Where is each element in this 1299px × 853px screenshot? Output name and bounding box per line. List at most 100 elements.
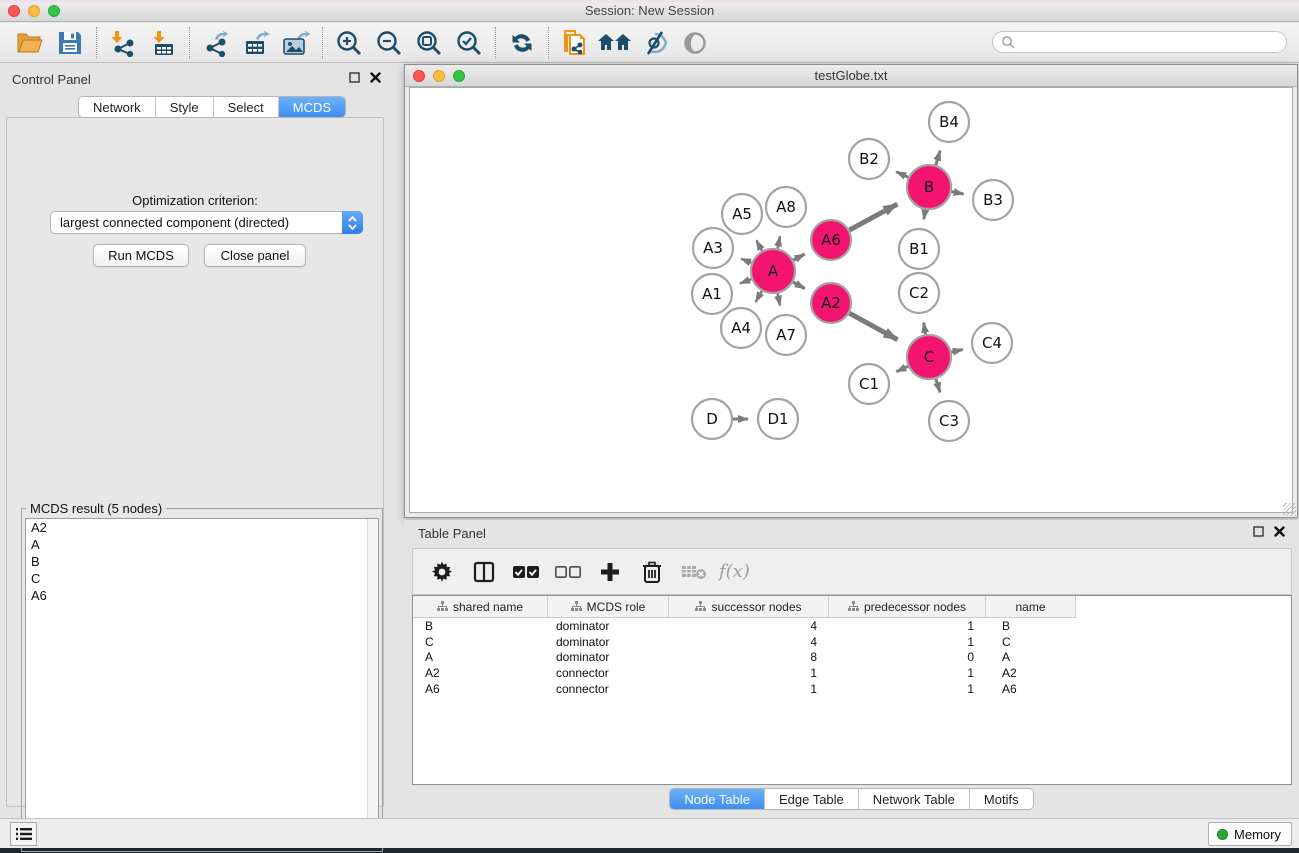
column-header-mcds-role[interactable]: MCDS role xyxy=(548,596,669,618)
node-C[interactable]: C xyxy=(907,335,951,379)
function-builder-icon[interactable]: f(x) xyxy=(719,561,750,582)
column-header-name[interactable]: name xyxy=(986,596,1076,618)
network-zoom-button[interactable] xyxy=(453,70,465,82)
table-cell[interactable]: A6 xyxy=(413,682,548,696)
node-D1[interactable]: D1 xyxy=(758,399,798,439)
table-cell[interactable]: B xyxy=(413,619,548,633)
node-B1[interactable]: B1 xyxy=(899,229,939,269)
node-A7[interactable]: A7 xyxy=(766,315,806,355)
table-cell[interactable]: connector xyxy=(548,666,669,680)
refresh-icon[interactable] xyxy=(502,26,542,60)
table-cell[interactable]: 1 xyxy=(669,666,829,680)
settings-gear-icon[interactable] xyxy=(425,554,459,590)
edge-A6-B[interactable] xyxy=(849,204,897,230)
edge-A-A7[interactable] xyxy=(778,294,780,306)
hide-selected-icon[interactable] xyxy=(635,26,675,60)
close-table-panel-icon[interactable] xyxy=(1274,526,1285,537)
network-close-button[interactable] xyxy=(413,70,425,82)
network-minimize-button[interactable] xyxy=(433,70,445,82)
table-row[interactable]: Bdominator41B xyxy=(413,618,1291,634)
edge-A2-C[interactable] xyxy=(849,313,897,339)
table-cell[interactable]: C xyxy=(986,635,1076,649)
delete-table-icon[interactable] xyxy=(677,554,711,590)
node-A3[interactable]: A3 xyxy=(693,228,733,268)
tab-network-table[interactable]: Network Table xyxy=(859,789,970,809)
network-graph[interactable]: B4B2BB3A8A5A6A3B1AA1C2A2A4A7C4CC1DD1C3 xyxy=(406,88,1299,516)
node-A4[interactable]: A4 xyxy=(721,308,761,348)
node-A[interactable]: A xyxy=(751,249,795,293)
result-item[interactable]: B xyxy=(26,553,378,570)
table-row[interactable]: Adominator80A xyxy=(413,650,1291,666)
mcds-result-list[interactable]: A2ABCA6 xyxy=(25,518,379,848)
export-network-icon[interactable] xyxy=(196,26,236,60)
table-cell[interactable]: 4 xyxy=(669,619,829,633)
tab-network[interactable]: Network xyxy=(79,97,156,117)
import-network-icon[interactable] xyxy=(103,26,143,60)
node-A8[interactable]: A8 xyxy=(766,187,806,227)
network-window-titlebar[interactable]: testGlobe.txt xyxy=(405,65,1297,87)
table-cell[interactable]: 1 xyxy=(669,682,829,696)
table-cell[interactable]: A2 xyxy=(413,666,548,680)
edge-A-A8[interactable] xyxy=(778,236,780,248)
table-cell[interactable]: C xyxy=(413,635,548,649)
node-A1[interactable]: A1 xyxy=(692,274,732,314)
result-scrollbar[interactable] xyxy=(367,519,378,847)
edge-A-A5[interactable] xyxy=(756,240,762,250)
memory-button[interactable]: Memory xyxy=(1208,822,1292,846)
new-network-from-selection-icon[interactable] xyxy=(555,26,595,60)
column-header-shared-name[interactable]: shared name xyxy=(413,596,548,618)
run-mcds-button[interactable]: Run MCDS xyxy=(93,244,189,267)
float-table-panel-icon[interactable] xyxy=(1253,526,1264,537)
import-table-icon[interactable] xyxy=(143,26,183,60)
open-file-icon[interactable] xyxy=(10,26,50,60)
edge-A-A1[interactable] xyxy=(740,279,751,283)
node-C1[interactable]: C1 xyxy=(849,364,889,404)
tab-style[interactable]: Style xyxy=(156,97,214,117)
show-column-icon[interactable] xyxy=(467,554,501,590)
node-D[interactable]: D xyxy=(692,399,732,439)
resize-grip[interactable] xyxy=(1283,503,1296,516)
export-image-icon[interactable] xyxy=(276,26,316,60)
optimization-criterion-select[interactable]: largest connected component (directed) xyxy=(50,211,363,234)
tab-motifs[interactable]: Motifs xyxy=(970,789,1033,809)
search-input[interactable] xyxy=(1015,35,1286,49)
table-row[interactable]: Cdominator41C xyxy=(413,634,1291,650)
node-B3[interactable]: B3 xyxy=(973,180,1013,220)
table-cell[interactable]: 0 xyxy=(829,650,986,664)
select-all-icon[interactable] xyxy=(509,554,543,590)
edge-B-B1[interactable] xyxy=(924,210,926,220)
table-cell[interactable]: 1 xyxy=(829,666,986,680)
table-cell[interactable]: dominator xyxy=(548,650,669,664)
first-neighbors-icon[interactable] xyxy=(595,26,635,60)
node-C3[interactable]: C3 xyxy=(929,401,969,441)
tab-edge-table[interactable]: Edge Table xyxy=(765,789,859,809)
node-B[interactable]: B xyxy=(907,165,951,209)
table-cell[interactable]: dominator xyxy=(548,635,669,649)
edge-C-C3[interactable] xyxy=(936,379,940,392)
table-cell[interactable]: A2 xyxy=(986,666,1076,680)
node-B4[interactable]: B4 xyxy=(929,102,969,142)
close-panel-icon[interactable] xyxy=(370,72,381,83)
float-panel-icon[interactable] xyxy=(349,72,360,83)
table-cell[interactable]: dominator xyxy=(548,619,669,633)
table-cell[interactable]: 1 xyxy=(829,635,986,649)
edge-C-C2[interactable] xyxy=(924,323,926,335)
node-A2[interactable]: A2 xyxy=(811,283,851,323)
delete-column-icon[interactable] xyxy=(635,554,669,590)
result-item[interactable]: A6 xyxy=(26,587,378,604)
table-cell[interactable]: A xyxy=(986,650,1076,664)
column-header-predecessor-nodes[interactable]: predecessor nodes xyxy=(829,596,986,618)
table-cell[interactable]: B xyxy=(986,619,1076,633)
result-item[interactable]: A2 xyxy=(26,519,378,536)
table-cell[interactable]: 4 xyxy=(669,635,829,649)
node-C4[interactable]: C4 xyxy=(972,323,1012,363)
edge-A-A6[interactable] xyxy=(793,254,804,260)
table-cell[interactable]: A6 xyxy=(986,682,1076,696)
export-table-icon[interactable] xyxy=(236,26,276,60)
minimize-window-button[interactable] xyxy=(28,5,40,17)
table-cell[interactable]: 8 xyxy=(669,650,829,664)
edge-A-A3[interactable] xyxy=(741,259,752,263)
result-item[interactable]: C xyxy=(26,570,378,587)
zoom-out-icon[interactable] xyxy=(369,26,409,60)
table-row[interactable]: A2connector11A2 xyxy=(413,665,1291,681)
